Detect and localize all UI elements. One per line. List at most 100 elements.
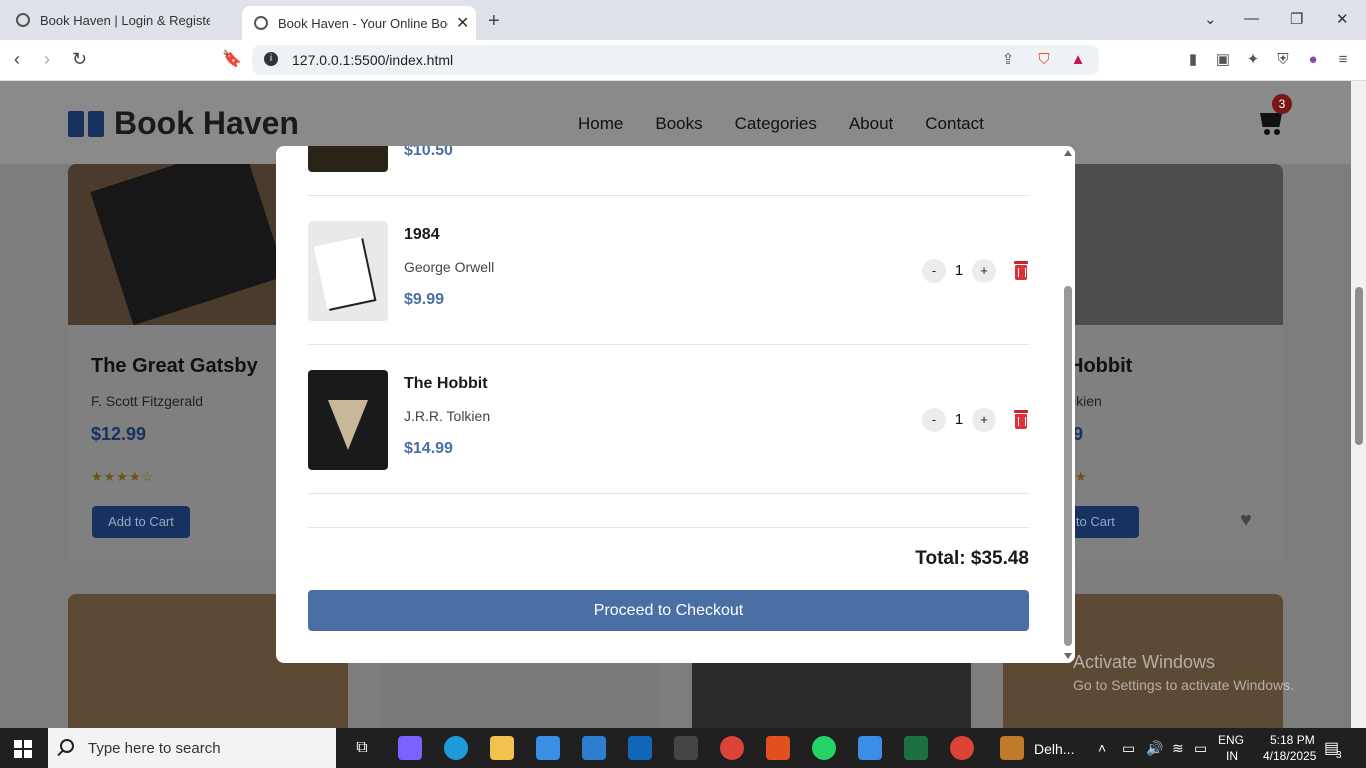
item-name: 1984 xyxy=(404,226,440,243)
nav-books[interactable]: Books xyxy=(655,114,702,134)
cart-basket xyxy=(1260,113,1282,127)
item-price: $10.50 xyxy=(404,146,453,159)
wifi-icon[interactable]: ≋ xyxy=(1172,740,1184,757)
menu-icon[interactable]: ≡ xyxy=(1334,51,1352,69)
book-title: The Great Gatsby xyxy=(91,355,258,377)
decrease-qty-button[interactable]: - xyxy=(922,408,946,432)
chrome-icon[interactable] xyxy=(720,736,744,760)
copilot-icon[interactable] xyxy=(398,736,422,760)
nav-contact[interactable]: Contact xyxy=(925,114,984,134)
leo-ai-icon[interactable]: ✦ xyxy=(1244,51,1262,69)
address-bar[interactable]: i 127.0.0.1:5500/index.html ⇪ ⛉ ▲ xyxy=(252,45,1099,75)
nav-categories[interactable]: Categories xyxy=(735,114,817,134)
item-author: J.R.R. Tolkien xyxy=(404,408,491,424)
wallet-icon[interactable]: ▣ xyxy=(1214,51,1232,69)
cart-item: The Hobbit J.R.R. Tolkien $14.99 - 1 + xyxy=(308,345,1029,494)
cart-wheel xyxy=(1274,129,1280,135)
back-button[interactable]: ‹ xyxy=(14,49,20,70)
book-author: lkien xyxy=(1073,393,1102,409)
scrollbar-thumb[interactable] xyxy=(1355,287,1363,445)
minimize-button[interactable]: — xyxy=(1244,10,1259,27)
book-open-icon xyxy=(68,109,104,139)
item-price: $9.99 xyxy=(404,291,445,308)
checkout-button[interactable]: Proceed to Checkout xyxy=(308,590,1029,631)
open-book-shape xyxy=(328,400,368,450)
restore-button[interactable]: ❐ xyxy=(1290,10,1303,28)
meet-icon[interactable]: ▭ xyxy=(1122,740,1135,757)
whatsapp-icon[interactable] xyxy=(812,736,836,760)
chrome-icon[interactable] xyxy=(950,736,974,760)
increase-qty-button[interactable]: + xyxy=(972,259,996,283)
clock-time[interactable]: 5:18 PM xyxy=(1270,733,1315,747)
nav-home[interactable]: Home xyxy=(578,114,623,134)
forward-button[interactable]: › xyxy=(44,49,50,70)
search-placeholder: Type here to search xyxy=(88,740,221,757)
tab-title: Book Haven - Your Online Bookstore xyxy=(278,15,448,31)
book-cover-shape xyxy=(90,164,286,326)
trash-icon[interactable] xyxy=(1013,261,1029,281)
close-window-button[interactable]: ✕ xyxy=(1336,10,1349,28)
language-code[interactable]: ENG xyxy=(1218,733,1244,747)
vscode-icon[interactable] xyxy=(582,736,606,760)
decrease-qty-button[interactable]: - xyxy=(922,259,946,283)
search-icon xyxy=(60,739,74,753)
page-scrollbar[interactable] xyxy=(1351,81,1366,728)
taskbar: Type here to search ⧉ Delh... ˄ ▭ 🔊 ≋ ▭ … xyxy=(0,728,1366,768)
tab-title: Book Haven | Login & Register xyxy=(40,12,210,28)
scroll-up-arrow-icon[interactable] xyxy=(1064,150,1072,156)
sidebar-icon[interactable]: ▮ xyxy=(1184,51,1202,69)
cart-wheel xyxy=(1264,129,1270,135)
task-view-icon[interactable]: ⧉ xyxy=(350,736,374,760)
trash-icon[interactable] xyxy=(1013,410,1029,430)
activate-windows-title: Activate Windows xyxy=(1073,652,1216,672)
vpn-icon[interactable]: ⛨ xyxy=(1274,51,1292,69)
file-explorer-icon[interactable] xyxy=(490,736,514,760)
language-region[interactable]: IN xyxy=(1226,749,1238,763)
reload-button[interactable]: ↻ xyxy=(72,49,87,70)
modal-scrollbar[interactable] xyxy=(1061,146,1075,663)
tab-bookstore[interactable]: Book Haven - Your Online Bookstore ✕ xyxy=(242,6,476,40)
volume-icon[interactable]: 🔊 xyxy=(1146,740,1163,757)
book-author: F. Scott Fitzgerald xyxy=(91,393,204,409)
scrollbar-thumb[interactable] xyxy=(1064,286,1072,646)
close-icon[interactable]: ✕ xyxy=(456,13,469,33)
profile-icon[interactable]: ● xyxy=(1304,51,1322,69)
store-icon[interactable] xyxy=(536,736,560,760)
info-icon[interactable]: i xyxy=(264,52,278,66)
edge-icon[interactable] xyxy=(444,736,468,760)
tab-login[interactable]: Book Haven | Login & Register xyxy=(0,0,240,40)
increase-qty-button[interactable]: + xyxy=(972,408,996,432)
site-logo[interactable]: Book Haven xyxy=(68,105,299,142)
brave-shield-icon[interactable]: ⛉ xyxy=(1035,51,1053,69)
book-thumbnail xyxy=(308,146,388,172)
windows-start-icon[interactable] xyxy=(14,740,32,758)
nav-about[interactable]: About xyxy=(849,114,893,134)
activate-windows-subtitle: Go to Settings to activate Windows. xyxy=(1073,677,1294,693)
heart-icon[interactable]: ♥ xyxy=(1240,509,1252,532)
app-icon[interactable] xyxy=(858,736,882,760)
taskbar-search[interactable]: Type here to search xyxy=(48,728,336,768)
outlook-icon[interactable] xyxy=(628,736,652,760)
add-to-cart-button[interactable]: Add to Cart xyxy=(92,506,190,538)
chevron-down-icon[interactable]: ⌄ xyxy=(1204,10,1217,28)
rewards-icon[interactable]: ▲ xyxy=(1069,51,1087,69)
logo-text: Book Haven xyxy=(114,105,299,141)
item-quantity: 1 xyxy=(954,411,964,428)
scroll-down-arrow-icon[interactable] xyxy=(1064,653,1072,659)
item-quantity: 1 xyxy=(954,262,964,279)
cart-count-badge: 3 xyxy=(1272,94,1292,114)
terminal-icon[interactable] xyxy=(674,736,698,760)
weather-icon[interactable] xyxy=(1000,736,1024,760)
notebook-shape xyxy=(313,236,375,310)
weather-label[interactable]: Delh... xyxy=(1034,741,1074,757)
brave-icon[interactable] xyxy=(766,736,790,760)
book-title: Hobbit xyxy=(1069,355,1133,377)
new-tab-button[interactable]: + xyxy=(488,10,500,33)
battery-icon[interactable]: ▭ xyxy=(1194,740,1207,757)
excel-icon[interactable] xyxy=(904,736,928,760)
clock-date[interactable]: 4/18/2025 xyxy=(1263,749,1316,763)
chevron-up-icon[interactable]: ˄ xyxy=(1098,740,1106,756)
globe-icon xyxy=(16,13,30,27)
share-icon[interactable]: ⇪ xyxy=(999,51,1017,69)
bookmark-icon[interactable]: 🔖 xyxy=(222,49,242,69)
